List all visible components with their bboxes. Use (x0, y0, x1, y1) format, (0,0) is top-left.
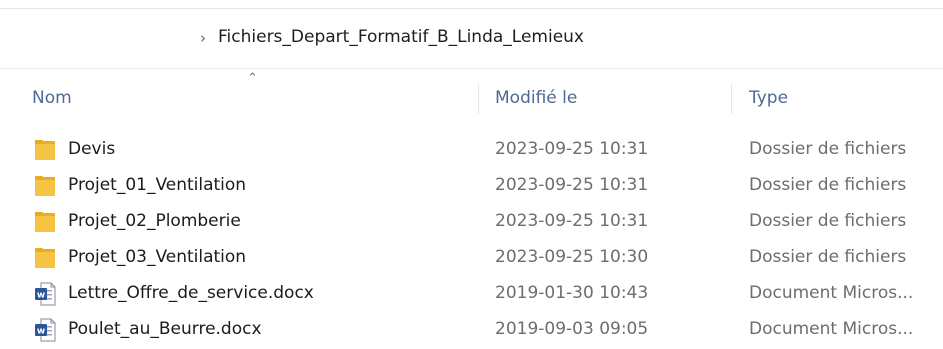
file-type: Document Micros... (749, 319, 914, 339)
folder-icon (35, 176, 55, 196)
file-modified: 2019-01-30 10:43 (495, 283, 649, 303)
svg-text:w: w (37, 291, 45, 301)
file-name[interactable]: Projet_01_Ventilation (68, 175, 246, 195)
file-type: Dossier de fichiers (749, 139, 907, 159)
column-resize-handle[interactable] (731, 84, 732, 114)
file-row[interactable]: Projet_01_Ventilation 2023-09-25 10:31 D… (0, 170, 943, 203)
file-type: Dossier de fichiers (749, 247, 907, 267)
address-divider (0, 68, 943, 69)
file-type: Document Micros... (749, 283, 914, 303)
file-name[interactable]: Lettre_Offre_de_service.docx (68, 283, 314, 303)
file-name[interactable]: Poulet_au_Beurre.docx (68, 319, 262, 339)
file-modified: 2023-09-25 10:31 (495, 211, 649, 231)
folder-icon (35, 212, 55, 232)
file-row[interactable]: w Poulet_au_Beurre.docx 2019-09-03 09:05… (0, 314, 943, 347)
folder-icon (35, 248, 55, 268)
file-name[interactable]: Projet_02_Plomberie (68, 211, 241, 231)
file-row[interactable]: Projet_03_Ventilation 2023-09-25 10:30 D… (0, 242, 943, 275)
column-header-row: Nom Modifié le Type (0, 84, 943, 114)
top-divider (0, 8, 943, 9)
file-row[interactable]: w Lettre_Offre_de_service.docx 2019-01-3… (0, 278, 943, 311)
file-type: Dossier de fichiers (749, 175, 907, 195)
file-modified: 2023-09-25 10:31 (495, 175, 649, 195)
column-header-name[interactable]: Nom (32, 88, 72, 108)
chevron-right-icon[interactable]: › (200, 29, 206, 47)
file-name[interactable]: Projet_03_Ventilation (68, 247, 246, 267)
file-modified: 2023-09-25 10:31 (495, 139, 649, 159)
column-resize-handle[interactable] (478, 84, 479, 114)
file-name[interactable]: Devis (68, 139, 115, 159)
breadcrumb-folder[interactable]: Fichiers_Depart_Formatif_B_Linda_Lemieux (218, 27, 584, 47)
file-row[interactable]: Projet_02_Plomberie 2023-09-25 10:31 Dos… (0, 206, 943, 239)
svg-text:w: w (37, 327, 45, 337)
column-header-modified[interactable]: Modifié le (495, 88, 577, 108)
word-document-icon: w (35, 318, 56, 342)
file-modified: 2023-09-25 10:30 (495, 247, 649, 267)
word-document-icon: w (35, 282, 56, 306)
breadcrumb[interactable]: › Fichiers_Depart_Formatif_B_Linda_Lemie… (200, 22, 584, 52)
file-type: Dossier de fichiers (749, 211, 907, 231)
column-header-type[interactable]: Type (749, 88, 788, 108)
folder-icon (35, 140, 55, 160)
file-modified: 2019-09-03 09:05 (495, 319, 649, 339)
file-row[interactable]: Devis 2023-09-25 10:31 Dossier de fichie… (0, 134, 943, 167)
